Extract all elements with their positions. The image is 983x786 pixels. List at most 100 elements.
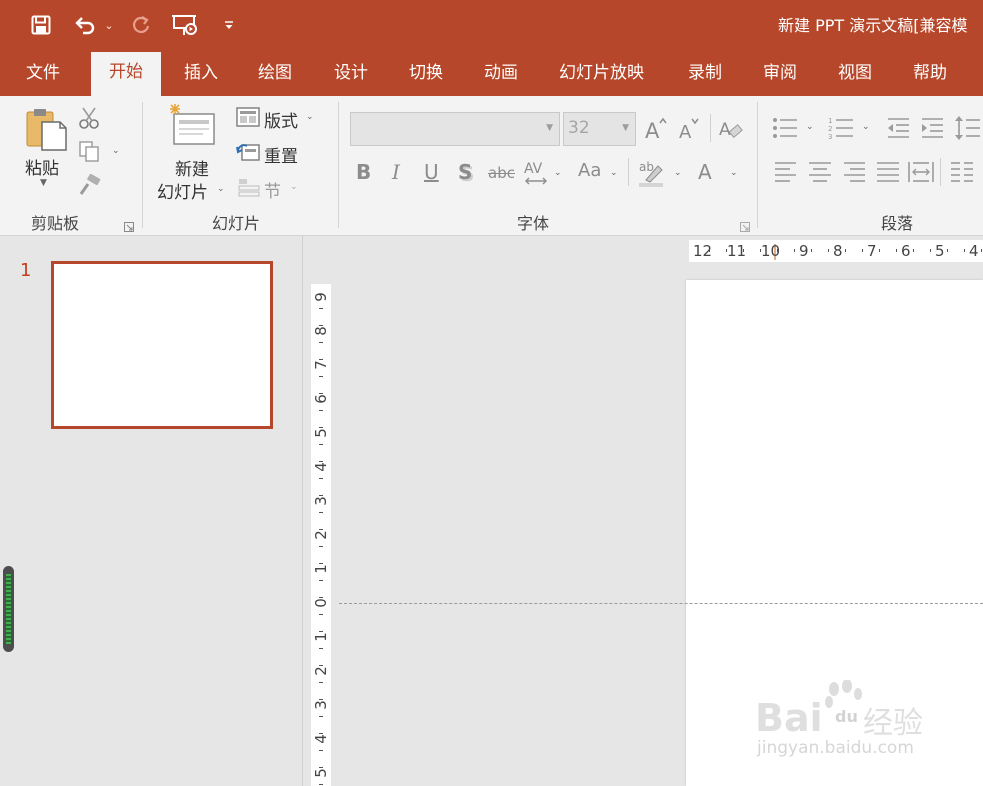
ruler-label: 7 [867, 242, 877, 260]
change-case-button[interactable]: Aa [578, 160, 601, 181]
character-spacing-dropdown-icon[interactable]: ⌄ [554, 168, 562, 178]
tab-file[interactable]: 文件 [26, 50, 60, 96]
ruler-label: 6 [901, 242, 911, 260]
layout-icon[interactable] [236, 107, 260, 131]
underline-button[interactable]: U [424, 160, 439, 184]
undo-dropdown-icon[interactable]: ⌄ [102, 12, 116, 38]
tab-transitions[interactable]: 切换 [409, 50, 443, 96]
font-group-label: 字体 [517, 214, 550, 233]
justify-icon[interactable] [876, 160, 900, 188]
new-slide-label[interactable]: 新建 [175, 155, 209, 180]
ruler-label: 1 [312, 564, 330, 574]
font-dialog-launcher-icon[interactable] [740, 217, 750, 232]
new-slide-dropdown-icon[interactable]: ⌄ [217, 184, 225, 194]
tab-help[interactable]: 帮助 [913, 50, 947, 96]
new-slide-button[interactable]: 幻灯片 [157, 178, 208, 203]
strikethrough-button[interactable]: abc [488, 164, 515, 182]
tab-insert[interactable]: 插入 [184, 50, 218, 96]
bullets-dropdown-icon[interactable]: ⌄ [806, 122, 814, 132]
bullets-icon[interactable] [772, 116, 798, 144]
highlight-dropdown-icon[interactable]: ⌄ [674, 168, 682, 178]
ruler-label: 12 [693, 242, 713, 260]
group-divider [338, 102, 339, 228]
columns-icon[interactable] [950, 160, 974, 188]
tab-draw[interactable]: 绘图 [258, 50, 292, 96]
presentation-icon[interactable] [170, 12, 200, 38]
font-size-combobox[interactable]: 32 ▼ [563, 112, 636, 146]
copy-dropdown-icon[interactable]: ⌄ [112, 146, 120, 156]
align-center-icon[interactable] [808, 160, 832, 188]
paste-icon[interactable] [24, 106, 70, 156]
vertical-ruler[interactable]: 9 8 7 6 5 4 3 2 1 0 1 2 3 4 5 [311, 284, 331, 786]
ruler-label: 0 [312, 598, 330, 608]
increase-font-size-icon[interactable]: A [644, 116, 668, 146]
ruler-label: 2 [312, 530, 330, 540]
group-divider [142, 102, 143, 228]
font-color-button[interactable]: A [698, 160, 712, 184]
tab-review[interactable]: 审阅 [763, 50, 797, 96]
decrease-font-size-icon[interactable]: A [678, 116, 702, 146]
horizontal-guide-line[interactable] [339, 603, 983, 604]
decrease-indent-icon[interactable] [886, 116, 910, 144]
section-icon [238, 178, 260, 202]
tab-design[interactable]: 设计 [334, 50, 368, 96]
numbering-dropdown-icon[interactable]: ⌄ [862, 122, 870, 132]
layout-dropdown-icon[interactable]: ⌄ [306, 112, 314, 122]
paste-dropdown-icon[interactable]: ▼ [40, 178, 47, 188]
font-color-dropdown-icon[interactable]: ⌄ [730, 168, 738, 178]
ruler-label: 10 [761, 242, 781, 260]
horizontal-ruler[interactable]: 12 11 10 9 8 7 6 5 4 [689, 240, 983, 262]
ruler-label: 9 [799, 242, 809, 260]
ruler-label: 5 [935, 242, 945, 260]
slide-thumbnail[interactable] [51, 261, 273, 429]
tab-home[interactable]: 开始 [91, 52, 161, 96]
format-painter-icon[interactable] [78, 173, 102, 200]
ruler-label: 9 [312, 292, 330, 302]
new-slide-icon[interactable] [166, 102, 218, 152]
paste-button[interactable]: 粘贴 [25, 154, 59, 179]
numbering-icon[interactable]: 123 [828, 116, 854, 144]
tab-animations[interactable]: 动画 [484, 50, 518, 96]
font-name-dropdown-icon[interactable]: ▼ [546, 123, 553, 133]
font-size-dropdown-icon[interactable]: ▼ [622, 123, 629, 133]
tab-slide-show[interactable]: 幻灯片放映 [559, 50, 644, 96]
slide-number: 1 [20, 260, 32, 281]
drag-handle-grip [6, 574, 11, 644]
svg-text:A: A [679, 122, 692, 142]
svg-text:3: 3 [828, 133, 832, 140]
bold-button[interactable]: B [356, 160, 371, 184]
drag-handle[interactable] [3, 566, 14, 652]
copy-icon[interactable] [78, 140, 100, 166]
svg-text:1: 1 [828, 117, 832, 125]
clipboard-dialog-launcher-icon[interactable] [124, 217, 134, 232]
line-spacing-icon[interactable] [954, 114, 980, 146]
tab-view[interactable]: 视图 [838, 50, 872, 96]
shadow-button[interactable]: S [458, 160, 472, 184]
reset-button[interactable]: 重置 [264, 142, 298, 167]
tab-record[interactable]: 录制 [688, 50, 722, 96]
save-icon[interactable] [28, 12, 54, 38]
customize-qat-icon[interactable] [220, 12, 238, 38]
ruler-label: 8 [833, 242, 843, 260]
distributed-icon[interactable] [908, 160, 934, 188]
increase-indent-icon[interactable] [920, 116, 944, 144]
italic-button[interactable]: I [392, 160, 400, 184]
title-bar: ⌄ 新建 PPT 演示文稿[兼容模 [0, 0, 983, 50]
highlight-color-icon[interactable]: ab [638, 158, 666, 192]
slides-group-label: 幻灯片 [212, 214, 261, 233]
svg-text:A: A [645, 119, 660, 142]
reset-icon[interactable] [236, 142, 260, 166]
ruler-label: 3 [312, 700, 330, 710]
clear-formatting-icon[interactable]: A [718, 116, 744, 146]
align-left-icon[interactable] [774, 160, 798, 188]
character-spacing-button[interactable]: AV [524, 158, 547, 185]
paragraph-group-label: 段落 [881, 214, 914, 233]
font-name-combobox[interactable]: ▼ [350, 112, 560, 146]
watermark-brand-left: Bai [755, 696, 823, 740]
cut-icon[interactable] [78, 106, 100, 134]
layout-button[interactable]: 版式 [264, 107, 298, 132]
change-case-dropdown-icon[interactable]: ⌄ [610, 168, 618, 178]
align-right-icon[interactable] [842, 160, 866, 188]
undo-icon[interactable] [72, 12, 98, 38]
ruler-label: 4 [312, 734, 330, 744]
